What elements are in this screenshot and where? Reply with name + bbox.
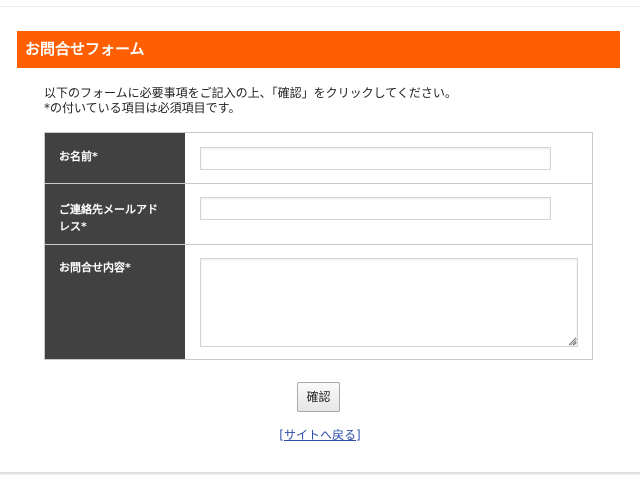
back-link-row: [サイトへ戻る] [0,427,640,444]
instructions-line-1: 以下のフォームに必要事項をご記入の上、「確認」をクリックしてください。 [44,86,457,100]
email-input[interactable] [200,197,551,220]
email-label-cell: ご連絡先メールアド レス* [45,184,185,244]
form-row-email: ご連絡先メールアド レス* [45,184,592,245]
message-label: お問合せ内容* [59,261,131,274]
name-label-cell: お名前* [45,133,185,183]
message-label-cell: お問合せ内容* [45,245,185,359]
instructions-line-2: *の付いている項目は必須項目です。 [44,101,241,115]
contact-form-page: お問合せフォーム 以下のフォームに必要事項をご記入の上、「確認」をクリックしてく… [0,0,640,480]
email-label-line-2: レス* [59,220,87,233]
instructions: 以下のフォームに必要事項をご記入の上、「確認」をクリックしてください。 *の付い… [44,86,457,116]
form-row-name: お名前* [45,133,592,184]
email-label: ご連絡先メールアド レス* [59,201,171,235]
bottom-divider [0,472,640,475]
name-label: お名前* [59,150,98,163]
confirm-button[interactable]: 確認 [297,382,340,412]
form-row-message: お問合せ内容* [45,245,592,359]
page-title: お問合せフォーム [25,40,145,58]
form-header-bar: お問合せフォーム [17,31,620,68]
back-to-site-link[interactable]: サイトへ戻る [284,428,356,442]
top-divider [0,6,640,7]
back-link-bracket-close: ] [356,428,361,442]
message-textarea[interactable] [200,258,578,347]
contact-form-table: お名前* ご連絡先メールアド レス* お問合せ内容* [44,132,593,360]
name-input[interactable] [200,147,551,170]
email-label-line-1: ご連絡先メールアド [59,203,158,216]
